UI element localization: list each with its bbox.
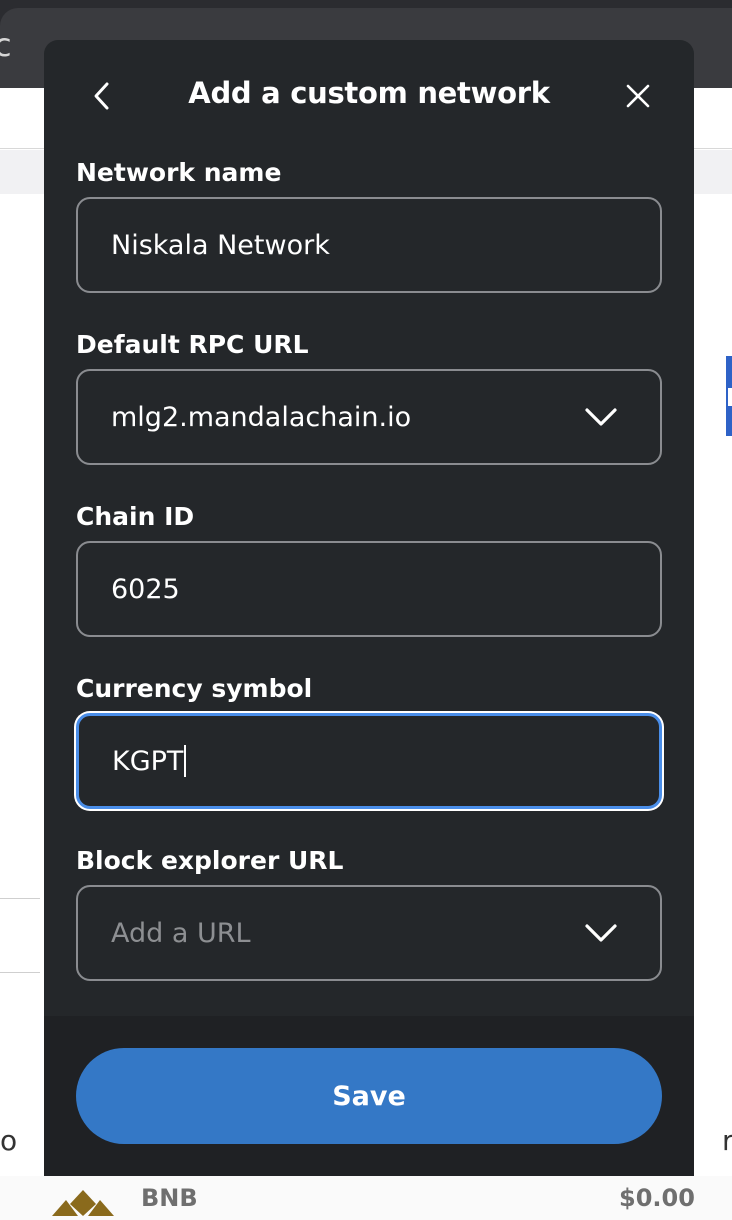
currency-symbol-field[interactable]: KGPT bbox=[76, 713, 662, 809]
divider bbox=[0, 972, 40, 973]
modal-title: Add a custom network bbox=[188, 76, 550, 110]
bnb-token-icon bbox=[52, 1190, 114, 1216]
divider bbox=[0, 898, 40, 899]
close-button[interactable] bbox=[618, 76, 658, 116]
save-button[interactable]: Save bbox=[76, 1048, 662, 1144]
close-icon bbox=[626, 84, 650, 108]
chain-id-field[interactable]: 6025 bbox=[76, 541, 662, 637]
token-name: BNB bbox=[141, 1184, 198, 1212]
network-name-label: Network name bbox=[76, 158, 282, 187]
token-balance: $0.00 bbox=[619, 1184, 695, 1212]
block-explorer-label: Block explorer URL bbox=[76, 846, 344, 875]
rpc-url-label: Default RPC URL bbox=[76, 330, 309, 359]
chain-id-label: Chain ID bbox=[76, 502, 195, 531]
rpc-url-dropdown[interactable]: mlg2.mandalachain.io bbox=[76, 369, 662, 465]
block-explorer-placeholder: Add a URL bbox=[111, 917, 251, 949]
modal-header: Add a custom network bbox=[44, 40, 694, 160]
block-explorer-dropdown[interactable]: Add a URL bbox=[76, 885, 662, 981]
background-button-mark bbox=[728, 388, 732, 406]
currency-symbol-label: Currency symbol bbox=[76, 674, 313, 703]
currency-symbol-value: KGPT bbox=[112, 745, 184, 777]
add-custom-network-modal: Add a custom network Network name Niskal… bbox=[44, 40, 694, 1176]
rpc-url-value: mlg2.mandalachain.io bbox=[111, 401, 412, 433]
chevron-down-icon[interactable] bbox=[584, 921, 618, 945]
chevron-down-icon[interactable] bbox=[584, 405, 618, 429]
background-text-fragment: o bbox=[0, 1124, 18, 1157]
network-name-value: Niskala Network bbox=[111, 229, 330, 261]
browser-tab-text: c bbox=[0, 26, 12, 64]
background-text-fragment: r bbox=[722, 1124, 732, 1157]
text-caret bbox=[184, 745, 187, 777]
network-name-field[interactable]: Niskala Network bbox=[76, 197, 662, 293]
screen: c o r BNB $0.00 Add a custom network Net… bbox=[0, 0, 732, 1220]
chain-id-value: 6025 bbox=[111, 573, 180, 605]
